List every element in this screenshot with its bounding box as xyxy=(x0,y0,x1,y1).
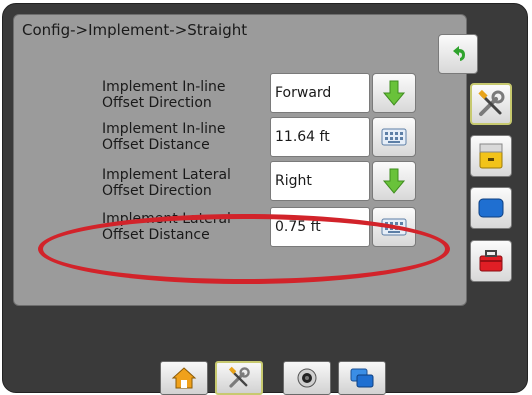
keyboard-icon xyxy=(381,128,407,146)
green-down-arrow-icon xyxy=(382,168,406,194)
filing-cabinet-side-button[interactable] xyxy=(470,135,512,177)
blue-windows-icon xyxy=(350,368,374,388)
green-down-arrow-icon xyxy=(382,80,406,106)
back-button[interactable] xyxy=(438,34,478,74)
tab-camera[interactable] xyxy=(283,361,331,395)
filing-cabinet-icon xyxy=(479,143,503,169)
inline-distance-keyboard-button[interactable] xyxy=(372,117,416,157)
camera-icon xyxy=(297,368,317,388)
lateral-direction-value[interactable]: Right xyxy=(270,161,370,201)
tools-side-button[interactable] xyxy=(470,83,512,125)
row-label-inline-direction: Implement In-line Offset Direction xyxy=(102,79,226,111)
row-label-lateral-distance: Implement Lateral Offset Distance xyxy=(102,211,231,243)
config-panel: Config->Implement->Straight Implement In… xyxy=(13,14,478,306)
inline-distance-value[interactable]: 11.64 ft xyxy=(270,117,370,157)
row-label-lateral-direction: Implement Lateral Offset Direction xyxy=(102,167,231,199)
blue-screen-icon xyxy=(478,198,504,218)
tab-home[interactable] xyxy=(160,361,208,395)
row-label-inline-distance: Implement In-line Offset Distance xyxy=(102,121,226,153)
back-arrow-icon xyxy=(453,46,465,61)
inline-direction-value[interactable]: Forward xyxy=(270,73,370,113)
tab-windows[interactable] xyxy=(338,361,386,395)
red-toolbox-icon xyxy=(479,250,503,272)
tools-icon xyxy=(228,366,250,388)
keyboard-icon xyxy=(381,218,407,236)
tools-icon xyxy=(478,89,505,116)
inline-direction-dropdown-button[interactable] xyxy=(372,73,416,113)
breadcrumb: Config->Implement->Straight xyxy=(22,21,248,39)
red-toolbox-side-button[interactable] xyxy=(470,240,512,282)
home-icon xyxy=(171,367,197,389)
blue-screen-side-button[interactable] xyxy=(470,187,512,229)
lateral-distance-keyboard-button[interactable] xyxy=(372,207,416,247)
tab-tools[interactable] xyxy=(215,361,263,395)
lateral-distance-value[interactable]: 0.75 ft xyxy=(270,207,370,247)
lateral-direction-dropdown-button[interactable] xyxy=(372,161,416,201)
display-frame: Config->Implement->Straight Implement In… xyxy=(2,3,528,395)
